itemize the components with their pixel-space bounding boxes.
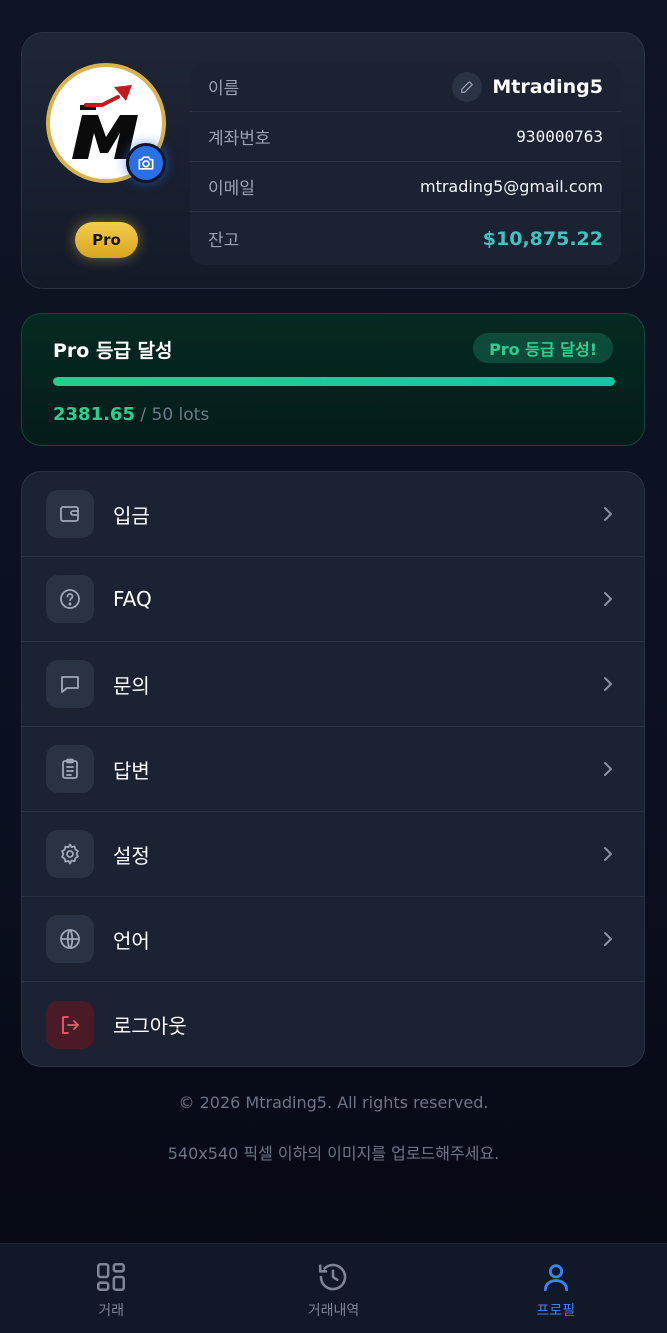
email-label: 이메일 — [208, 179, 255, 199]
globe-icon — [46, 915, 94, 963]
chevron-right-icon — [604, 932, 612, 946]
chevron-right-icon — [604, 507, 612, 521]
menu-label: 로그아웃 — [113, 1014, 187, 1038]
camera-button[interactable] — [126, 143, 166, 183]
help-circle-icon — [46, 575, 94, 623]
camera-icon — [138, 156, 154, 170]
upload-note: 540x540 픽셀 이하의 이미지를 업로드해주세요. — [167, 1144, 500, 1163]
account-row: 계좌번호 930000763 — [190, 112, 621, 162]
balance-value: $10,875.22 — [482, 227, 603, 250]
menu-item-settings[interactable]: 설정 — [22, 812, 644, 897]
nav-label: 프로필 — [536, 1303, 576, 1319]
email-row: 이메일 mtrading5@gmail.com — [190, 162, 621, 212]
menu-label: 입금 — [113, 503, 150, 528]
progress-fill — [53, 377, 615, 386]
menu-item-inquiry[interactable]: 문의 — [22, 642, 644, 727]
copyright-text: © 2026 Mtrading5. All rights reserved. — [178, 1093, 489, 1112]
target-lots: / 50 lots — [134, 405, 210, 425]
chevron-right-icon — [604, 762, 612, 776]
logout-icon — [46, 1000, 94, 1049]
tier-title: Pro 등급 달성 — [53, 340, 173, 362]
menu-item-logout[interactable]: 로그아웃 — [22, 982, 644, 1066]
nav-item-profile[interactable]: 프로필 — [445, 1244, 667, 1333]
balance-label: 잔고 — [208, 231, 240, 251]
current-lots: 2381.65 — [53, 404, 135, 425]
menu-label: FAQ — [113, 587, 152, 611]
menu-item-faq[interactable]: FAQ — [22, 557, 644, 642]
nav-item-trade[interactable]: 거래 — [0, 1244, 222, 1333]
gear-icon — [46, 830, 94, 878]
menu-item-answers[interactable]: 답변 — [22, 727, 644, 812]
bottom-nav: 거래 거래내역 프로필 — [0, 1243, 667, 1333]
progress-bar — [53, 377, 615, 386]
menu-item-deposit[interactable]: 입금 — [22, 472, 644, 557]
wallet-icon — [46, 490, 94, 538]
tier-badge: Pro — [75, 222, 138, 258]
tier-progress-card: Pro 등급 달성 Pro 등급 달성! 2381.65 / 50 lots — [21, 313, 645, 446]
chevron-right-icon — [604, 592, 612, 606]
avatar-container — [46, 63, 166, 183]
lots-counter: 2381.65 / 50 lots — [53, 404, 209, 425]
account-label: 계좌번호 — [208, 129, 271, 149]
nav-label: 거래내역 — [307, 1303, 360, 1319]
name-group: Mtrading5 — [452, 71, 603, 102]
tier-status-pill: Pro 등급 달성! — [473, 333, 613, 363]
account-info-table: 이름 Mtrading5 계좌번호 930000763 이메일 mtrading… — [190, 62, 621, 265]
chevron-right-icon — [604, 847, 612, 861]
balance-row: 잔고 $10,875.22 — [190, 212, 621, 265]
history-icon — [319, 1263, 347, 1291]
profile-card: Pro 이름 Mtrading5 계좌번호 930000763 이메일 mtra… — [21, 32, 645, 289]
user-icon — [543, 1264, 568, 1292]
menu-label: 설정 — [113, 843, 150, 868]
name-value: Mtrading5 — [492, 75, 603, 98]
menu-label: 답변 — [113, 758, 150, 783]
menu-label: 문의 — [113, 673, 150, 698]
name-row: 이름 Mtrading5 — [190, 62, 621, 112]
chevron-right-icon — [604, 677, 612, 691]
menu-item-language[interactable]: 언어 — [22, 897, 644, 982]
email-value: mtrading5@gmail.com — [419, 177, 603, 196]
nav-label: 거래 — [98, 1303, 125, 1319]
menu-label: 언어 — [113, 928, 150, 953]
grid-icon — [97, 1262, 126, 1292]
account-number: 930000763 — [516, 127, 603, 146]
nav-item-history[interactable]: 거래내역 — [222, 1244, 444, 1333]
menu-list: 입금 FAQ 문의 답변 설정 언어 로그아웃 — [21, 471, 645, 1067]
name-label: 이름 — [208, 79, 240, 99]
pencil-icon — [461, 80, 474, 93]
clipboard-icon — [46, 745, 94, 793]
edit-name-button[interactable] — [452, 71, 483, 102]
chat-icon — [46, 660, 94, 708]
